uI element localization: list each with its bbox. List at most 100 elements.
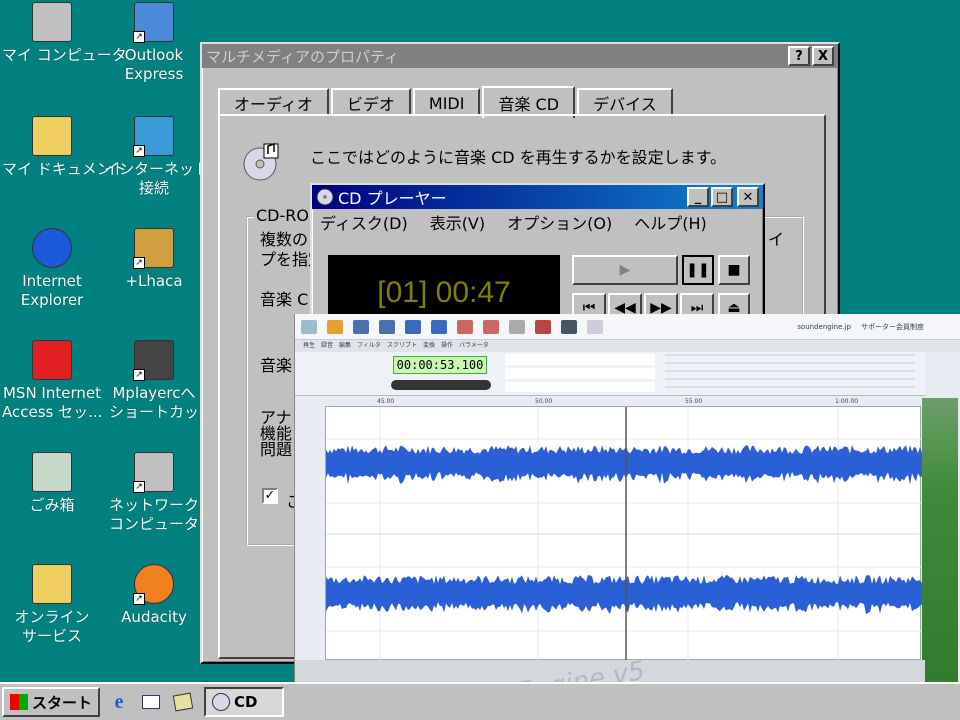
tab-midi[interactable]: MIDI: [412, 88, 481, 116]
site-text: soundengine.jp: [797, 322, 851, 331]
mplayer-shortcut-glyph-icon: ↗: [133, 340, 174, 381]
menu-item-3[interactable]: ヘルプ(H): [634, 210, 707, 234]
mmprops-title: マルチメディアのプロパティ: [206, 47, 400, 66]
text-fragment-7: 問題: [260, 440, 293, 459]
internet-connection-icon[interactable]: ↗ インターネット 接続: [104, 116, 210, 198]
lhaca-glyph-icon: ↗: [133, 228, 174, 269]
new-file-icon[interactable]: [301, 319, 317, 334]
desktop-icon-label: Outlook Express: [124, 46, 184, 83]
calendar-icon[interactable]: [535, 319, 551, 334]
desktop-quicklaunch-icon[interactable]: [170, 689, 196, 715]
level-meter: [922, 398, 958, 720]
desktop-icon-label: Audacity: [121, 608, 187, 626]
transport-bar[interactable]: [391, 380, 491, 390]
taskbar: スタート e CD: [0, 682, 960, 720]
se-tabs: 再生 録音 編集 フィルタ スクリプト 変換 操作 パラメータ: [295, 340, 960, 352]
internet-explorer-icon[interactable]: Internet Explorer: [2, 228, 102, 310]
desktop-icon-label: マイ ドキュメント: [2, 160, 127, 178]
time-ruler: 45.00 50.00 55.00 1:00.00: [377, 398, 859, 405]
save-icon[interactable]: [353, 319, 369, 334]
mmprops-titlebar[interactable]: マルチメディアのプロパティ ? X: [202, 44, 838, 68]
zoom-out-icon[interactable]: [483, 319, 499, 334]
lhaca-icon[interactable]: ↗ +Lhaca: [104, 228, 204, 291]
text-fragment-4: 音楽: [260, 356, 293, 375]
description-text: ここではどのように音楽 CD を再生するかを設定します。: [310, 148, 727, 167]
outlook-quicklaunch-icon[interactable]: [138, 689, 164, 715]
cdplayer-menubar: ディスク(D) 表示(V) オプション(O) ヘルプ(H): [312, 209, 763, 235]
document-icon[interactable]: [587, 319, 603, 334]
ie-quicklaunch-icon[interactable]: e: [106, 689, 132, 715]
my-computer-glyph-icon: [32, 2, 72, 42]
desktop-icon-label: マイ コンピュータ: [2, 46, 127, 64]
online-services-glyph-icon: [32, 564, 72, 604]
internet-explorer-glyph-icon: [32, 228, 72, 268]
my-documents-icon[interactable]: マイ ドキュメント: [2, 116, 127, 179]
tab-strip: オーディオ ビデオ MIDI 音楽 CD デバイス: [218, 84, 675, 118]
tab-ビデオ[interactable]: ビデオ: [330, 88, 411, 116]
play-button[interactable]: ▶: [572, 255, 678, 285]
mplayer-shortcut-icon[interactable]: ↗ Mplayercへ ショートカッ: [104, 340, 204, 422]
network-glyph-icon: ↗: [133, 452, 174, 493]
desktop-icon-label: Internet Explorer: [20, 272, 84, 309]
record-icon[interactable]: [561, 319, 577, 334]
outlook-express-icon[interactable]: ↗ Outlook Express: [104, 2, 204, 84]
menu-item-2[interactable]: オプション(O): [507, 210, 612, 234]
network-icon[interactable]: ↗ ネットワーク コンピュータ: [104, 452, 204, 534]
online-services-icon[interactable]: オンライン サービス: [2, 564, 102, 646]
msn-icon[interactable]: MSN Internet Access セッ...: [2, 340, 102, 422]
open-folder-icon[interactable]: [327, 319, 343, 334]
format-fields: [505, 354, 655, 392]
start-button[interactable]: スタート: [2, 687, 101, 717]
text-fragment-9: イ: [768, 230, 785, 249]
desktop-icon-label: オンライン サービス: [14, 608, 90, 645]
windows-logo-icon: [10, 694, 28, 710]
cd-icon: [316, 188, 334, 206]
clip-icon[interactable]: [509, 319, 525, 334]
undo-icon[interactable]: [405, 319, 421, 334]
stop-button[interactable]: ■: [718, 255, 750, 285]
start-label: スタート: [32, 693, 93, 712]
desktop-icon-label: ごみ箱: [29, 496, 75, 514]
help-button[interactable]: ?: [788, 46, 810, 66]
text-fragment-3: 音楽 C: [260, 290, 309, 309]
my-computer-icon[interactable]: マイ コンピュータ: [2, 2, 127, 65]
support-text: サポーター会員制度: [861, 322, 924, 331]
desktop-icon-label: +Lhaca: [125, 272, 183, 290]
desktop-icon-label: ネットワーク コンピュータ: [108, 496, 199, 533]
waveform-graph: [326, 407, 922, 661]
group-label: CD-RO: [254, 206, 311, 225]
maximize-button[interactable]: □: [711, 187, 733, 207]
pause-button[interactable]: ❚❚: [682, 255, 714, 285]
audacity-icon[interactable]: ↗ Audacity: [104, 564, 204, 627]
taskbar-cd-player[interactable]: CD: [204, 687, 285, 717]
close-button[interactable]: ✕: [737, 187, 759, 207]
zoom-in-icon[interactable]: [457, 319, 473, 334]
msn-glyph-icon: [32, 340, 72, 380]
task-label: CD: [234, 693, 258, 711]
close-button[interactable]: X: [812, 46, 834, 66]
se-info-panel: 00:00:53.100: [295, 352, 925, 396]
cd-icon: [212, 693, 231, 711]
cd-music-icon: [240, 140, 282, 182]
cdplayer-titlebar[interactable]: CD プレーヤー _ □ ✕: [312, 185, 763, 209]
desktop-icon-label: MSN Internet Access セッ...: [2, 384, 103, 421]
menu-item-1[interactable]: 表示(V): [430, 210, 485, 234]
outlook-express-glyph-icon: ↗: [133, 2, 174, 43]
option-checkbox[interactable]: ✓: [262, 488, 278, 504]
save-as-icon[interactable]: [379, 319, 395, 334]
soundengine-window: soundengine.jp サポーター会員制度 再生 録音 編集 フィルタ スクリプト…: [294, 314, 960, 720]
cdplayer-title: CD プレーヤー: [338, 189, 447, 208]
tab-デバイス[interactable]: デバイス: [577, 88, 673, 116]
audacity-glyph-icon: ↗: [133, 564, 174, 605]
minimize-button[interactable]: _: [687, 187, 709, 207]
desktop-icon-label: インターネット 接続: [104, 160, 210, 197]
recycle-bin-icon[interactable]: ごみ箱: [2, 452, 102, 515]
tab-オーディオ[interactable]: オーディオ: [218, 88, 329, 116]
menu-item-0[interactable]: ディスク(D): [320, 210, 408, 234]
playback-time: 00:00:53.100: [393, 356, 487, 374]
waveform-view[interactable]: [325, 406, 922, 661]
info-text: [665, 354, 915, 392]
recycle-bin-glyph-icon: [32, 452, 72, 492]
redo-icon[interactable]: [431, 319, 447, 334]
my-documents-glyph-icon: [32, 116, 72, 156]
